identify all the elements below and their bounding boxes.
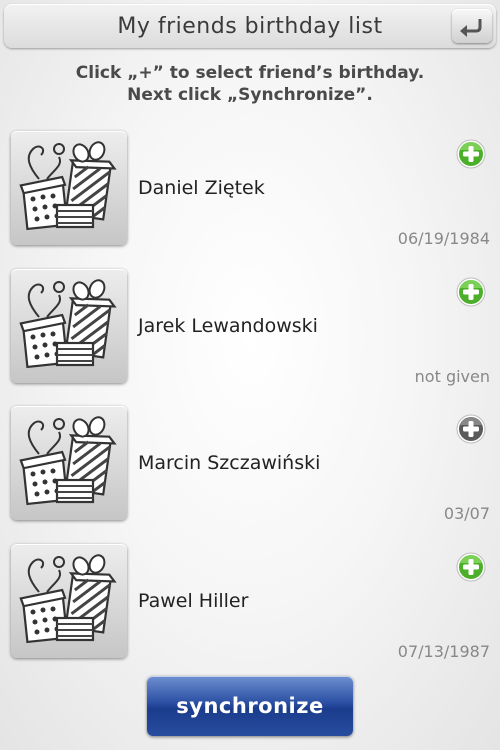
plus-circle-icon[interactable] (456, 139, 486, 169)
plus-circle-icon[interactable] (456, 277, 486, 307)
friend-photo (11, 269, 127, 383)
instruction-line-2: Next click „Synchronize”. (127, 85, 373, 105)
friend-photo (11, 131, 127, 245)
page-title: My friends birthday list (117, 14, 383, 39)
friend-name: Pawel Hiller (138, 590, 249, 612)
friend-birthday: not given (414, 367, 490, 386)
friend-birthday: 07/13/1987 (397, 642, 490, 661)
back-arrow-icon (460, 19, 482, 37)
gift-boxes-icon (19, 277, 119, 373)
gift-boxes-icon (19, 414, 119, 510)
friend-birthday: 03/07 (443, 504, 490, 523)
back-button[interactable] (452, 9, 492, 43)
friend-row[interactable]: Jarek Lewandowski not given (0, 269, 500, 389)
friend-name: Daniel Ziętek (138, 177, 265, 199)
synchronize-button[interactable]: synchronize (147, 676, 353, 736)
friend-row[interactable]: Daniel Ziętek 06/19/1984 (0, 131, 500, 251)
instructions: Click „+” to select friend’s birthday. N… (0, 62, 500, 106)
friend-birthday: 06/19/1984 (397, 229, 490, 248)
friend-photo (11, 406, 127, 520)
title-bar: My friends birthday list (4, 4, 496, 48)
plus-circle-icon[interactable] (456, 414, 486, 444)
friend-photo (11, 544, 127, 658)
friend-name: Jarek Lewandowski (138, 315, 318, 337)
friend-row[interactable]: Marcin Szczawiński 03/07 (0, 406, 500, 526)
gift-boxes-icon (19, 552, 119, 648)
friend-name: Marcin Szczawiński (138, 452, 321, 474)
synchronize-button-label: synchronize (176, 694, 324, 718)
friend-row[interactable]: Pawel Hiller 07/13/1987 (0, 544, 500, 664)
plus-circle-icon[interactable] (456, 552, 486, 582)
gift-boxes-icon (19, 139, 119, 235)
instruction-line-1: Click „+” to select friend’s birthday. (75, 63, 425, 83)
